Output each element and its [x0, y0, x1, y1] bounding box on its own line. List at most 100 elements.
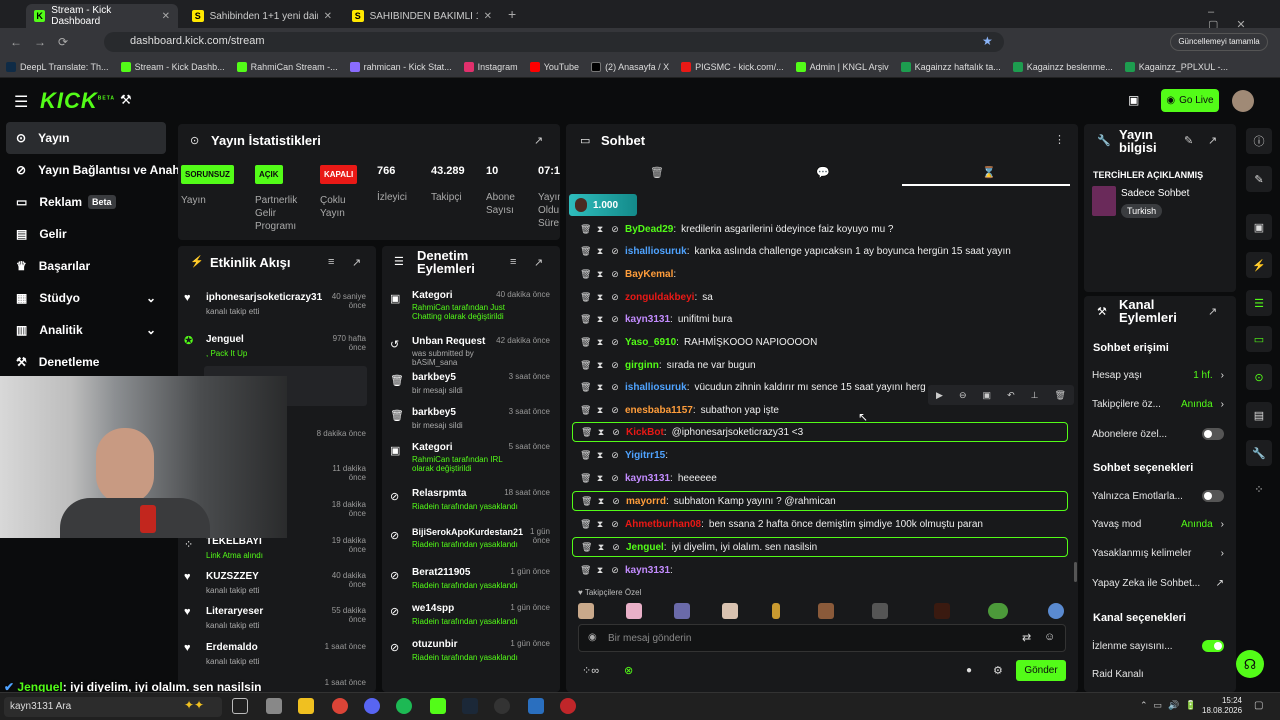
trash-icon[interactable]: 🗑	[580, 337, 591, 348]
chat-message[interactable]: 🗑 ⧗ ⊘ ByDead29: kredilerin asgarilerini ödey…	[572, 219, 1068, 239]
activity-item[interactable]: ♥ KUZSZZEY kanalı takip etti 40 dakika önce	[180, 571, 370, 595]
pin-icon[interactable]: ⊥	[1031, 390, 1039, 401]
emote[interactable]	[626, 603, 642, 619]
emote[interactable]	[722, 603, 738, 619]
activity-item[interactable]: ♥ iphonesarjsoketicrazy31 kanalı takip ett…	[180, 292, 370, 316]
ban-icon[interactable]: ⊘	[611, 542, 621, 553]
trash-icon[interactable]: 🗑	[580, 519, 591, 530]
bookmark-item[interactable]: Kagainzz_PPLXUL -...	[1119, 61, 1234, 72]
ai-chat-setting[interactable]: Yapay Zeka ile Sohbet... ↗	[1092, 578, 1224, 589]
timeout-icon[interactable]: ⧗	[596, 496, 606, 507]
camera-icon[interactable]: ▣	[1246, 214, 1272, 240]
sidebar-item-analitik[interactable]: ▥ Analitik ⌄	[0, 314, 172, 346]
activity-item[interactable]: ♥ Literaryeser kanalı takip etti 55 dakika …	[180, 606, 370, 630]
chat-username[interactable]: mayorrd	[626, 496, 666, 507]
bookmark-item[interactable]: RahmiCan Stream -...	[231, 61, 344, 72]
chat-username[interactable]: Jenguel	[626, 542, 664, 553]
moderation-item[interactable]: ↺ Unban Request was submitted by bASiM_san…	[388, 336, 554, 367]
timeout-icon[interactable]: ⧗	[595, 292, 605, 303]
app-icon[interactable]	[528, 698, 544, 714]
ban-icon[interactable]: ⊘	[611, 496, 621, 507]
emote[interactable]	[872, 603, 888, 619]
trash-icon[interactable]: 🗑	[581, 542, 592, 553]
panel-icon[interactable]: ▤	[1246, 402, 1272, 428]
chat-message[interactable]: 🗑 ⧗ ⊘ Jenguel: iyi diyelim, iyi olalım. sen …	[572, 537, 1068, 557]
chat-username[interactable]: enesbaba1157	[625, 405, 693, 416]
chat-message[interactable]: 🗑 ⧗ ⊘ kayn3131: heeeeee	[572, 468, 1068, 488]
moderation-item[interactable]: 🗑 barkbey5 bir mesajı sildi 3 saat önce	[388, 407, 554, 430]
timeout-icon[interactable]: ⧗	[595, 246, 605, 257]
sidebar-item-denetleme[interactable]: ⚒ Denetleme	[0, 346, 172, 378]
chat-username[interactable]: ishalliosuruk	[625, 246, 687, 257]
popout-icon[interactable]: ↗	[534, 256, 543, 269]
close-icon[interactable]: ✕	[162, 11, 170, 22]
chat-username[interactable]: ishalliosuruk	[625, 382, 687, 393]
followers-only-setting[interactable]: Takipçilere öz... Anında ›	[1092, 399, 1224, 410]
viewer-count-toggle[interactable]	[1202, 640, 1224, 652]
timeout-icon[interactable]: ⧗	[595, 519, 605, 530]
chat-username[interactable]: kayn3131	[625, 565, 670, 576]
emote[interactable]	[934, 603, 950, 619]
viewer-count-setting[interactable]: İzlenme sayısını...	[1092, 640, 1224, 652]
bookmark-item[interactable]: DeepL Translate: Th...	[0, 61, 115, 72]
gear-icon[interactable]: ⚙	[993, 664, 1003, 677]
chat-message[interactable]: 🗑 ⧗ ⊘ mayorrd: subhaton Kamp yayını ? @rahmi…	[572, 491, 1068, 511]
moderation-item[interactable]: ▣ Kategori RahmiCan tarafından Just Chatti…	[388, 290, 554, 321]
popout-icon[interactable]: ↗	[1208, 134, 1217, 147]
ban-icon[interactable]: ⊘	[610, 224, 620, 235]
tab-kick-dashboard[interactable]: K Stream - Kick Dashboard ✕	[26, 4, 178, 28]
popout-icon[interactable]: ↗	[534, 134, 543, 147]
activity-item[interactable]: ✪ Jenguel, Pack It Up 970 hafta önce	[180, 334, 370, 358]
dots-icon[interactable]: ⁘∞	[582, 664, 599, 677]
timeout-icon[interactable]: ⧗	[595, 337, 605, 348]
trash-icon[interactable]: 🗑	[580, 450, 591, 461]
bookmark-item[interactable]: Instagram	[458, 61, 524, 72]
tag-badge[interactable]: Turkish	[1121, 204, 1163, 218]
discord-icon[interactable]	[364, 698, 380, 714]
sidebar-item-gelir[interactable]: ▤ Gelir	[0, 218, 172, 250]
bookmark-item[interactable]: Stream - Kick Dashb...	[115, 61, 231, 72]
timeout-icon[interactable]: ⧗	[595, 269, 605, 280]
moderation-item[interactable]: ⊘ BijiSerokApoKurdestan21 Riadein tarafınd…	[388, 527, 554, 549]
trash-icon[interactable]: 🗑	[580, 314, 591, 325]
filter-icon[interactable]: ≡	[510, 256, 516, 268]
trash-icon[interactable]: 🗑	[580, 405, 591, 416]
url-input[interactable]: dashboard.kick.com/stream	[104, 32, 1004, 52]
sidebar-item-basarilar[interactable]: ♛ Başarılar	[0, 250, 172, 282]
info-icon[interactable]: ⓘ	[1246, 128, 1272, 154]
sidebar-item-studyo[interactable]: ▦ Stüdyo ⌄	[0, 282, 172, 314]
sidebar-item-reklam[interactable]: ▭ Reklam Beta	[0, 186, 172, 218]
ban-icon[interactable]: ⊘	[610, 360, 620, 371]
popout-icon[interactable]: ↗	[1208, 305, 1217, 318]
ban-icon[interactable]: ⊘	[610, 450, 620, 461]
raid-channel-setting[interactable]: Raid Kanalı	[1092, 669, 1224, 680]
chrome-icon[interactable]	[332, 698, 348, 714]
play-icon[interactable]: ▶	[936, 390, 943, 401]
tray-icons[interactable]: ⌃▭🔊🔋	[1140, 700, 1202, 711]
notification-icon[interactable]: ▢	[1254, 700, 1263, 711]
app-icon[interactable]	[560, 698, 576, 714]
ban-icon[interactable]: ⊘	[611, 427, 621, 438]
timeout-icon[interactable]: ⧗	[595, 405, 605, 416]
emotes-only-toggle[interactable]	[1202, 490, 1224, 502]
send-button[interactable]: Gönder	[1016, 660, 1066, 681]
emote[interactable]	[1048, 603, 1064, 619]
chat-username[interactable]: Ahmetburhan08	[625, 519, 701, 530]
trash-icon[interactable]: 🗑	[580, 246, 591, 257]
chat-username[interactable]: girginn	[625, 360, 659, 371]
ban-icon[interactable]: ⊘	[610, 519, 620, 530]
activity-item[interactable]: ♥ Erdemaldo kanalı takip etti 1 saat önce	[180, 642, 370, 666]
obs-icon[interactable]	[494, 698, 510, 714]
chat-username[interactable]: zonguldakbeyi	[625, 292, 694, 303]
support-icon[interactable]: ☊	[1236, 650, 1264, 678]
bookmark-item[interactable]: Kagainzz haftalık ta...	[895, 61, 1007, 72]
chat-username[interactable]: BayKemal	[625, 269, 673, 280]
bookmark-star-icon[interactable]: ★	[982, 34, 993, 48]
filter-icon[interactable]: ≡	[328, 256, 334, 268]
moderation-item[interactable]: 🗑 barkbey5 bir mesajı sildi 3 saat önce	[388, 372, 554, 395]
ban-icon[interactable]: ⊘	[610, 382, 620, 393]
activity-item[interactable]: ⁘ TEKELBAYI Link Atma alındı 19 dakika önce	[180, 536, 370, 560]
emote[interactable]	[772, 603, 780, 619]
kick-app-icon[interactable]	[430, 698, 446, 714]
emote[interactable]	[818, 603, 834, 619]
